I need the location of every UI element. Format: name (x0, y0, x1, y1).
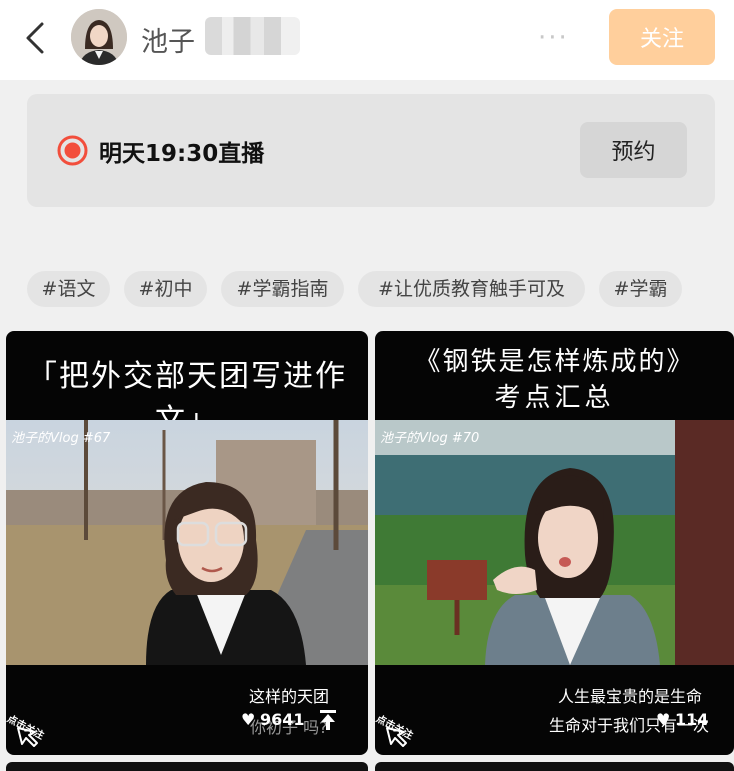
next-video-card[interactable] (375, 762, 734, 771)
video-card[interactable]: 《钢铁是怎样炼成的》 考点汇总 池子的Vlog #70 人生最宝贵的是生命 生命… (375, 331, 734, 755)
tap-to-follow-hint[interactable]: 点击关注 (6, 704, 68, 749)
topic-tags: #语文 #初中 #学霸指南 #让优质教育触手可及 #学霸 (27, 271, 727, 307)
live-schedule-text: 明天19:30直播 (99, 141, 265, 167)
heart-icon: ♥ (241, 710, 256, 729)
tag-junior-high[interactable]: #初中 (124, 271, 207, 307)
tag-quality-education[interactable]: #让优质教育触手可及 (358, 271, 585, 307)
subtitle-line-1: 人生最宝贵的是生命 (558, 687, 703, 706)
back-arrow-icon[interactable] (18, 18, 52, 58)
video-title-line-1: 《钢铁是怎样炼成的》 (414, 347, 695, 377)
live-reservation-card: 明天19:30直播 预约 (27, 94, 715, 207)
profile-header: 池子 ··· 关注 (0, 0, 734, 80)
like-count: 114 (675, 710, 709, 729)
live-record-icon (57, 135, 88, 166)
video-title-line-2: 考点汇总 (494, 383, 615, 413)
heart-icon: ♥ (656, 710, 671, 729)
subtitle-line-1: 这样的天团 (249, 687, 330, 706)
vlog-number: 池子的Vlog #70 (380, 431, 480, 446)
tag-study-guide[interactable]: #学霸指南 (221, 271, 344, 307)
next-video-card[interactable] (6, 762, 368, 771)
video-thumbnail (6, 420, 368, 665)
vlog-number: 池子的Vlog #67 (11, 431, 111, 446)
tap-to-follow-hint[interactable]: 点击关注 (375, 704, 437, 749)
video-card[interactable]: 「把外交部天团写进作文」 池子的Vlog #67 (6, 331, 368, 755)
like-count: 9641 (260, 710, 305, 729)
share-icon[interactable] (319, 709, 337, 731)
reserve-button[interactable]: 预约 (580, 122, 687, 178)
video-thumbnail (375, 420, 734, 665)
profile-name: 池子 (141, 27, 195, 58)
tag-chinese[interactable]: #语文 (27, 271, 110, 307)
avatar[interactable] (71, 9, 127, 65)
name-mosaic (205, 17, 300, 55)
tap-hand-icon (17, 727, 38, 747)
more-options-icon[interactable]: ··· (538, 23, 569, 53)
tag-top-student[interactable]: #学霸 (599, 271, 682, 307)
follow-button[interactable]: 关注 (609, 9, 715, 65)
tap-hand-icon (386, 727, 407, 747)
